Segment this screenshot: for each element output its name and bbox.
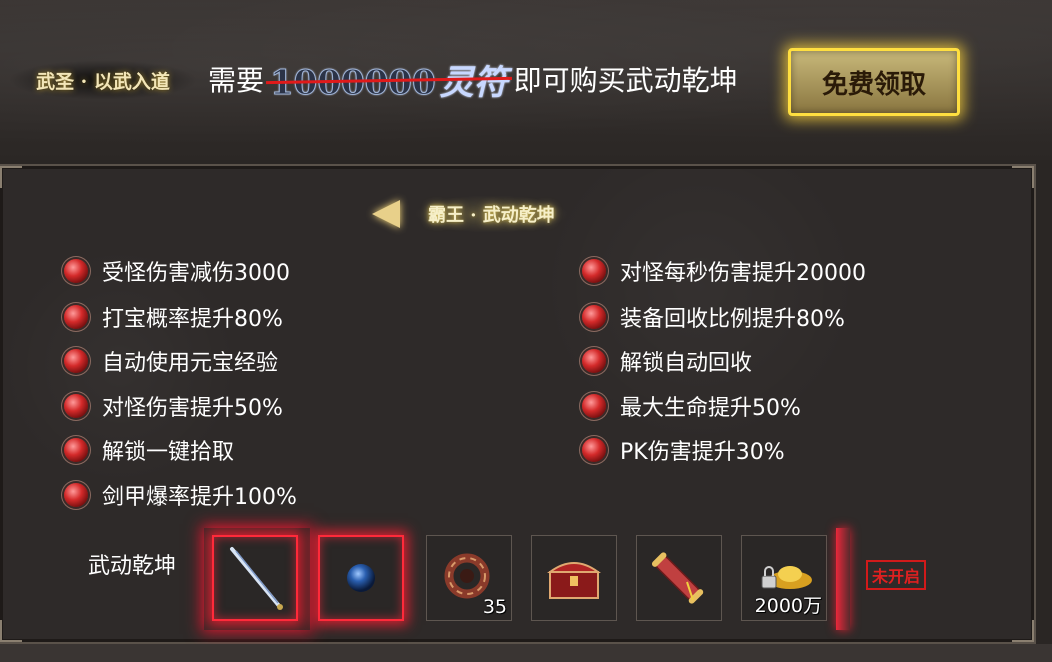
perk-item: 解锁自动回收 bbox=[582, 344, 752, 378]
perk-item: 最大生命提升50% bbox=[582, 389, 801, 423]
back-arrow-icon[interactable] bbox=[372, 200, 400, 228]
red-bullet-icon bbox=[582, 394, 606, 418]
perk-text: 打宝概率提升80% bbox=[102, 307, 283, 332]
section-header: 霸王 · 武动乾坤 bbox=[372, 190, 569, 238]
blue-orb-icon bbox=[347, 564, 375, 592]
sword-icon bbox=[230, 547, 283, 610]
free-claim-button[interactable]: 免费领取 bbox=[788, 48, 960, 116]
panel-corner bbox=[0, 166, 22, 188]
red-bullet-icon bbox=[582, 438, 606, 462]
perk-text: 对怪伤害提升50% bbox=[102, 396, 283, 421]
item-quantity: 2000万 bbox=[754, 595, 822, 617]
perk-item: 剑甲爆率提升100% bbox=[64, 478, 297, 512]
red-bullet-icon bbox=[582, 305, 606, 329]
perk-text: 最大生命提升50% bbox=[620, 396, 801, 421]
perk-text: 解锁自动回收 bbox=[620, 351, 753, 376]
original-price: 1000000 灵符 bbox=[266, 55, 512, 104]
red-bullet-icon bbox=[64, 349, 88, 373]
reward-slot-scroll[interactable] bbox=[636, 535, 722, 621]
item-quantity: 35 bbox=[482, 596, 507, 618]
section-title: 霸王 · 武动乾坤 bbox=[414, 195, 569, 233]
perk-text: 解锁一键拾取 bbox=[102, 440, 235, 465]
panel-corner bbox=[1012, 166, 1034, 188]
panel-corner bbox=[1012, 620, 1034, 642]
reward-slot-sword[interactable] bbox=[212, 535, 298, 621]
red-bullet-icon bbox=[582, 259, 606, 283]
reward-slot-orb[interactable] bbox=[318, 535, 404, 621]
treasure-chest-icon bbox=[546, 562, 602, 599]
reward-slot-chest[interactable] bbox=[531, 535, 617, 621]
status-badge: 未开启 bbox=[866, 560, 927, 590]
red-bullet-icon bbox=[64, 394, 88, 418]
slot-glow bbox=[836, 528, 850, 630]
perk-item: 对怪伤害提升50% bbox=[64, 389, 283, 423]
reward-slot-ring[interactable]: 35 bbox=[426, 535, 512, 621]
panel-corner bbox=[0, 620, 22, 642]
perk-item: 装备回收比例提升80% bbox=[582, 300, 845, 334]
scroll-icon bbox=[651, 552, 704, 604]
perk-item: 打宝概率提升80% bbox=[64, 300, 283, 334]
purchase-suffix: 即可购买武动乾坤 bbox=[513, 64, 738, 97]
perk-text: 剑甲爆率提升100% bbox=[102, 485, 297, 510]
perk-item: 解锁一键拾取 bbox=[64, 433, 234, 467]
red-bullet-icon bbox=[64, 483, 88, 507]
perk-text: 自动使用元宝经验 bbox=[102, 351, 279, 376]
rewards-label: 武动乾坤 bbox=[88, 554, 177, 579]
purchase-requirement: 需要 1000000 灵符 即可购买武动乾坤 bbox=[208, 55, 738, 104]
perk-text: PK伤害提升30% bbox=[620, 440, 785, 465]
perk-text: 受怪伤害减伤3000 bbox=[102, 261, 290, 286]
perk-item: 对怪每秒伤害提升20000 bbox=[582, 254, 866, 288]
reward-slot-gold[interactable]: 2000万 bbox=[741, 535, 827, 621]
red-bullet-icon bbox=[64, 305, 88, 329]
red-bullet-icon bbox=[64, 438, 88, 462]
perk-item: PK伤害提升30% bbox=[582, 433, 785, 467]
red-bullet-icon bbox=[64, 259, 88, 283]
bottom-border bbox=[0, 644, 1052, 662]
vip-level-title: 武圣 · 以武入道 bbox=[8, 60, 198, 100]
perk-text: 装备回收比例提升80% bbox=[620, 307, 845, 332]
need-label: 需要 bbox=[208, 64, 265, 97]
perk-text: 对怪每秒伤害提升20000 bbox=[620, 261, 866, 286]
perk-item: 受怪伤害减伤3000 bbox=[64, 254, 290, 288]
perk-item: 自动使用元宝经验 bbox=[64, 344, 278, 378]
red-bullet-icon bbox=[582, 349, 606, 373]
price-currency: 灵符 bbox=[439, 62, 508, 103]
